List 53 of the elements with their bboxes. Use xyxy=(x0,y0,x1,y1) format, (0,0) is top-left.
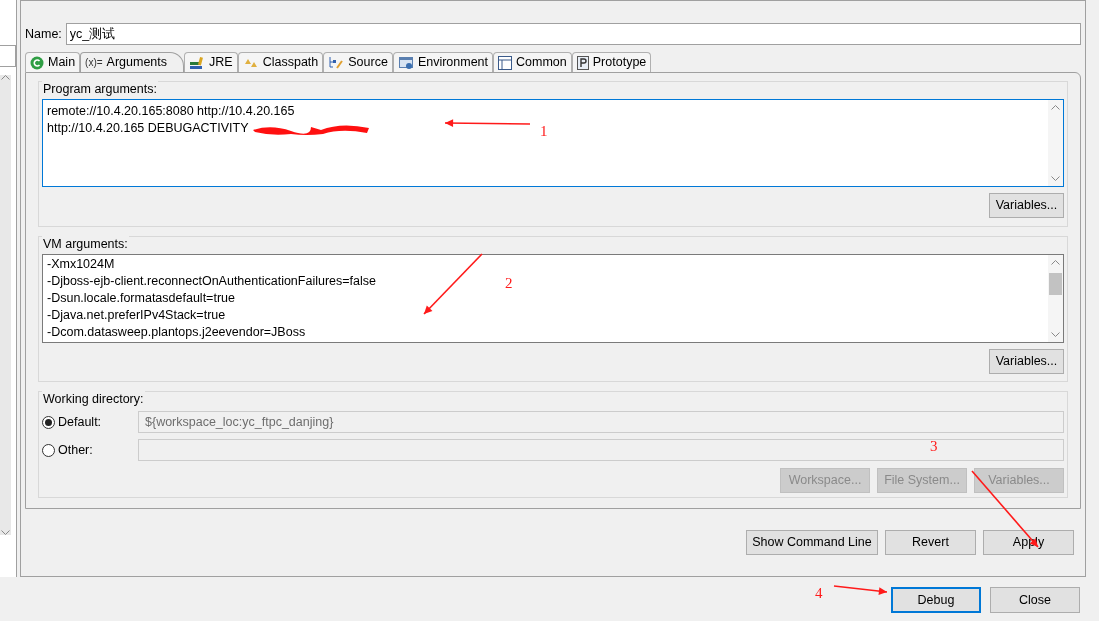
scroll-down-icon[interactable] xyxy=(1051,176,1060,181)
group-title: Working directory: xyxy=(42,390,145,409)
annotation-arrow xyxy=(423,253,483,315)
annotation-number: 2 xyxy=(505,274,513,293)
radio-button[interactable]: Other: xyxy=(42,440,138,460)
directory-field[interactable]: ${workspace_loc:yc_ftpc_danjing} xyxy=(138,411,1064,433)
tab[interactable]: JRE xyxy=(184,52,238,72)
radio-button[interactable]: Default: xyxy=(42,412,138,432)
annotation-arrow xyxy=(833,585,888,595)
argument-line: -Xmx1024M xyxy=(47,256,115,273)
argument-line: -Dsun.locale.formatasdefault=true xyxy=(47,290,235,307)
tab[interactable]: (x)= Arguments xyxy=(80,52,185,72)
argument-line: -Djava.net.preferIPv4Stack=true xyxy=(47,307,226,324)
annotation-number: 3 xyxy=(930,437,938,456)
tab[interactable]: Environment xyxy=(392,52,494,72)
tab[interactable]: Common xyxy=(493,52,572,72)
tab[interactable]: Main xyxy=(25,52,81,72)
argument-line: remote://10.4.20.165:8080 http://10.4.20.165 xyxy=(47,103,295,120)
variable-icon: (x)= xyxy=(85,55,103,70)
name-field[interactable]: yc_测试 xyxy=(65,23,1081,45)
variables-button[interactable]: Variables... xyxy=(989,193,1064,218)
panel-button[interactable]: Revert xyxy=(885,530,976,555)
tab[interactable]: Prototype xyxy=(571,52,652,72)
scroll-up-icon[interactable] xyxy=(1051,260,1060,265)
name-label: Name: xyxy=(25,25,62,43)
scroll-down-icon[interactable] xyxy=(1051,332,1060,337)
argument-line: -Djboss-ejb-client.reconnectOnAuthenticationFailures=false xyxy=(47,273,376,290)
scroll-up-icon[interactable] xyxy=(1051,105,1060,110)
window-icon xyxy=(397,55,414,70)
scrollbar[interactable] xyxy=(0,75,11,535)
tab[interactable]: Classpath xyxy=(237,52,324,72)
annotation-number: 1 xyxy=(540,122,548,141)
dialog-button[interactable]: Debug xyxy=(891,587,981,613)
scroll-thumb[interactable] xyxy=(1049,272,1062,295)
annotation-number: 4 xyxy=(815,584,823,603)
table-icon xyxy=(498,55,513,70)
scroll-up-icon[interactable] xyxy=(1,75,10,80)
argument-line: http://10.4.20.165 DEBUGACTIVITY xyxy=(47,120,249,137)
dialog-button[interactable]: Close xyxy=(990,587,1080,613)
argument-line: -Dcom.datasweep.plantops.j2eevendor=JBoss xyxy=(47,324,306,341)
books-icon xyxy=(189,55,206,70)
scrollbar[interactable] xyxy=(1048,100,1063,186)
p-document-icon xyxy=(576,55,589,70)
variables-button[interactable]: Variables... xyxy=(989,349,1064,374)
group-title: Program arguments: xyxy=(42,80,158,99)
scroll-down-icon[interactable] xyxy=(1,530,10,535)
tree-pencil-icon xyxy=(328,55,345,70)
directory-field[interactable] xyxy=(138,439,1064,461)
tab[interactable]: Source xyxy=(323,52,393,72)
filter-field[interactable] xyxy=(0,45,16,67)
group-title: VM arguments: xyxy=(42,235,129,254)
panel-button[interactable]: Show Command Line xyxy=(746,530,878,555)
scrollbar[interactable] xyxy=(1048,255,1063,342)
